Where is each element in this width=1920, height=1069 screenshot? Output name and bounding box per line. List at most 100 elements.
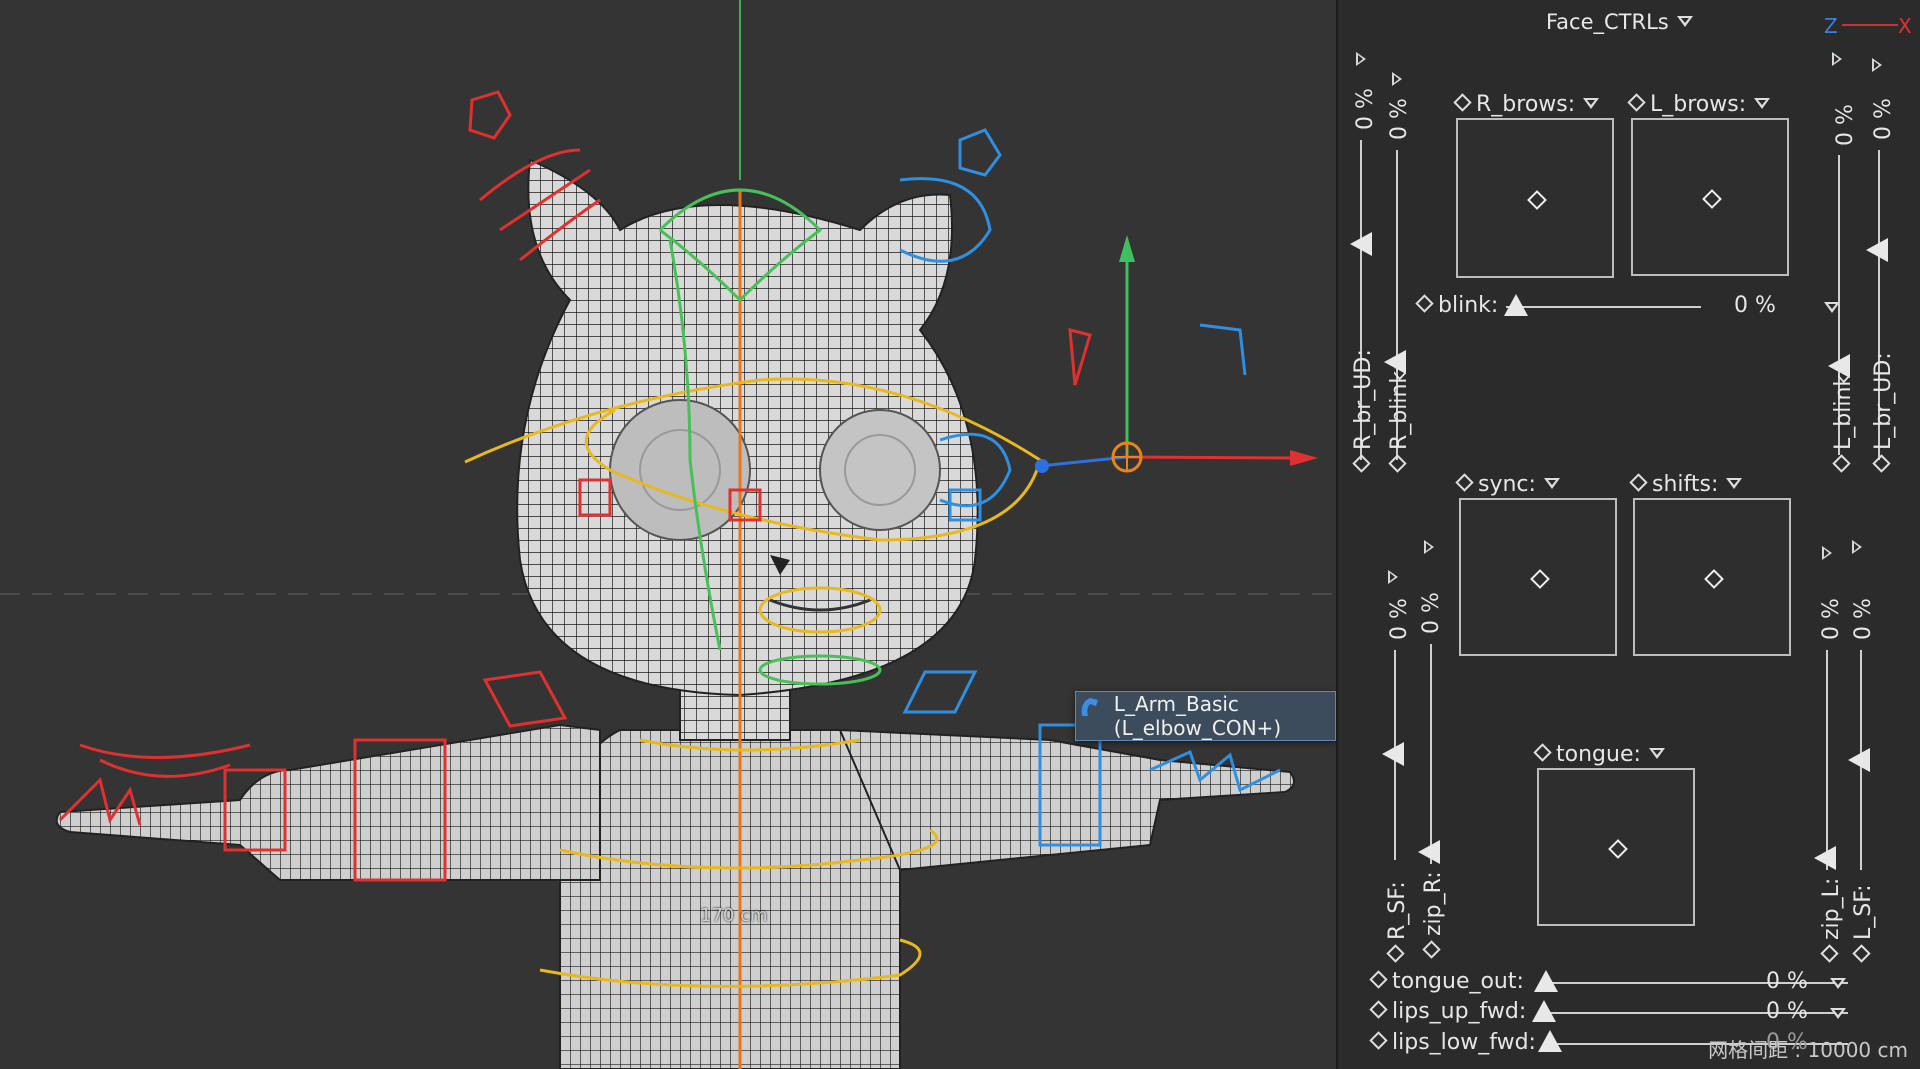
play-icon[interactable] — [1356, 52, 1366, 66]
key-diamond-icon — [1831, 454, 1851, 473]
play-icon[interactable] — [1424, 540, 1434, 554]
grid-spacing-readout: 网格间距 : 10000 cm — [1708, 1038, 1908, 1062]
zip-r-value: 0 % — [1419, 592, 1444, 634]
tongue-pad[interactable] — [1537, 768, 1695, 926]
r-br-ud-label: R_br_UD: — [1351, 349, 1376, 473]
ik-arm-icon — [1081, 698, 1102, 730]
zip-r-label: zip_R: — [1421, 871, 1446, 959]
chevron-down-icon[interactable] — [1824, 302, 1840, 313]
zip-l-track[interactable] — [1826, 650, 1828, 870]
r-br-ud-handle[interactable] — [1350, 232, 1372, 256]
shifts-label: shifts: — [1629, 472, 1743, 498]
pad-handle[interactable] — [1702, 189, 1722, 209]
key-diamond-icon[interactable] — [1629, 472, 1648, 492]
key-diamond-icon — [1385, 944, 1405, 963]
object-tooltip: L_Arm_Basic (L_elbow_CON+) — [1075, 691, 1336, 741]
play-icon[interactable] — [1872, 58, 1882, 72]
sync-label: sync: — [1455, 472, 1560, 498]
axis-indicator: Z X — [1818, 10, 1918, 40]
zip-l-handle[interactable] — [1814, 846, 1836, 870]
3d-viewport[interactable]: 170 cm L_Arm_Basic (L_elbow_CON+) — [0, 0, 1336, 1069]
chevron-down-icon[interactable] — [1830, 1008, 1846, 1019]
chevron-down-icon[interactable] — [1648, 748, 1665, 759]
l-sf-value: 0 % — [1851, 598, 1876, 640]
l-brows-pad[interactable] — [1631, 118, 1789, 276]
chevron-down-icon[interactable] — [1583, 98, 1600, 109]
play-icon[interactable] — [1852, 540, 1862, 554]
r-br-ud-value: 0 % — [1353, 88, 1378, 130]
key-diamond-icon[interactable] — [1369, 999, 1388, 1019]
key-diamond-icon — [1421, 940, 1441, 959]
chevron-down-icon[interactable] — [1830, 978, 1846, 989]
blink-value: 0 % — [1734, 293, 1776, 318]
tongue-out-handle[interactable] — [1534, 970, 1558, 992]
l-blink-label: L_blink: — [1831, 366, 1856, 473]
lips-up-fwd-label: lips_up_fwd: — [1369, 999, 1526, 1025]
tongue-out-label: tongue_out: — [1369, 969, 1524, 995]
key-diamond-icon[interactable] — [1453, 92, 1472, 112]
key-diamond-icon[interactable] — [1415, 293, 1434, 313]
key-diamond-icon[interactable] — [1627, 92, 1646, 112]
r-sf-label: R_SF: — [1385, 881, 1410, 963]
l-br-ud-label: L_br_UD: — [1871, 352, 1896, 473]
r-blink-value: 0 % — [1387, 98, 1412, 140]
chevron-down-icon[interactable] — [1726, 478, 1743, 489]
r-sf-handle[interactable] — [1382, 742, 1404, 766]
play-icon[interactable] — [1388, 570, 1398, 584]
key-diamond-icon — [1351, 454, 1371, 473]
blink-slider-track[interactable] — [1506, 306, 1701, 308]
r-brows-label: R_brows: — [1453, 92, 1600, 118]
play-icon[interactable] — [1392, 72, 1402, 86]
l-brows-label: L_brows: — [1627, 92, 1771, 118]
r-brows-pad[interactable] — [1456, 118, 1614, 278]
x-axis-line — [1842, 24, 1898, 26]
pad-handle[interactable] — [1527, 190, 1547, 210]
key-diamond-icon — [1871, 454, 1891, 473]
chevron-down-icon[interactable] — [1676, 16, 1693, 27]
zip-l-value: 0 % — [1819, 598, 1844, 640]
key-diamond-icon — [1819, 944, 1839, 963]
z-axis-label: Z — [1824, 14, 1838, 38]
chevron-down-icon[interactable] — [1543, 478, 1560, 489]
key-diamond-icon — [1851, 944, 1871, 963]
shifts-pad[interactable] — [1633, 498, 1791, 656]
face-ctrls-panel: Face_CTRLs Z X R_brows: L_brows: blink: … — [1336, 0, 1920, 1069]
lips-low-fwd-handle[interactable] — [1538, 1030, 1562, 1052]
lips-up-fwd-handle[interactable] — [1532, 1000, 1556, 1022]
character-mesh — [55, 158, 1295, 1069]
transform-gizmo — [1035, 235, 1318, 473]
r-blink-label: R_blink: — [1387, 363, 1412, 473]
key-diamond-icon — [1387, 454, 1407, 473]
pad-handle[interactable] — [1530, 569, 1550, 589]
key-diamond-icon[interactable] — [1369, 969, 1388, 989]
panel-title[interactable]: Face_CTRLs — [1546, 10, 1693, 34]
lips-up-fwd-value: 0 % — [1766, 999, 1808, 1024]
l-br-ud-value: 0 % — [1871, 98, 1896, 140]
tooltip-text: L_Arm_Basic (L_elbow_CON+) — [1113, 692, 1282, 740]
pad-handle[interactable] — [1704, 569, 1724, 589]
zip-r-handle[interactable] — [1418, 840, 1440, 864]
tongue-out-value: 0 % — [1766, 969, 1808, 994]
key-diamond-icon[interactable] — [1533, 742, 1552, 762]
sync-pad[interactable] — [1459, 498, 1617, 656]
l-sf-handle[interactable] — [1848, 748, 1870, 772]
zip-l-label: zip_L: — [1819, 878, 1844, 963]
key-diamond-icon[interactable] — [1455, 472, 1474, 492]
r-sf-value: 0 % — [1387, 598, 1412, 640]
l-br-ud-handle[interactable] — [1866, 238, 1888, 262]
play-icon[interactable] — [1822, 546, 1832, 560]
chevron-down-icon[interactable] — [1754, 98, 1771, 109]
measure-label: 170 cm — [700, 905, 768, 926]
tongue-label: tongue: — [1533, 742, 1665, 768]
lips-low-fwd-label: lips_low_fwd: — [1369, 1030, 1536, 1056]
l-blink-value: 0 % — [1833, 104, 1858, 146]
pad-handle[interactable] — [1608, 839, 1628, 859]
l-sf-label: L_SF: — [1851, 884, 1876, 963]
zip-r-track[interactable] — [1430, 644, 1432, 864]
blink-label: blink: — [1415, 293, 1498, 319]
key-diamond-icon[interactable] — [1369, 1030, 1388, 1050]
x-axis-label: X — [1898, 14, 1912, 38]
blink-slider-handle[interactable] — [1504, 294, 1528, 316]
viewport-scene — [0, 0, 1336, 1069]
play-icon[interactable] — [1832, 52, 1842, 66]
